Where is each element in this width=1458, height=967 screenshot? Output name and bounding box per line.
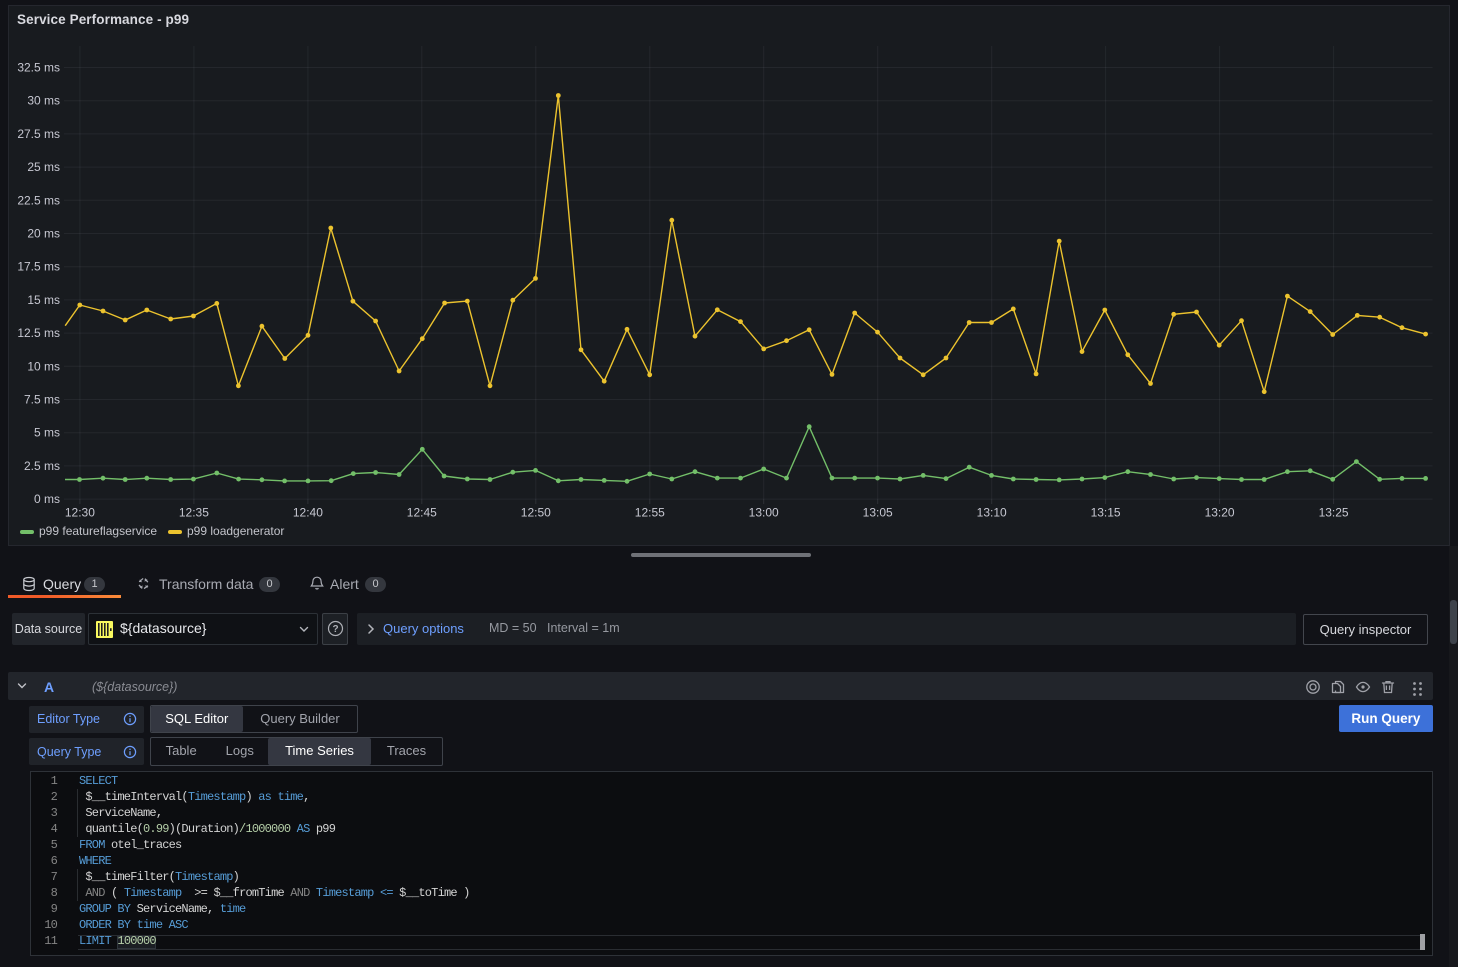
svg-text:13:15: 13:15 (1091, 506, 1121, 520)
svg-text:13:10: 13:10 (977, 506, 1007, 520)
svg-text:32.5 ms: 32.5 ms (17, 61, 60, 75)
svg-text:10 ms: 10 ms (27, 359, 60, 373)
svg-text:20 ms: 20 ms (27, 227, 60, 241)
svg-text:27.5 ms: 27.5 ms (17, 127, 60, 141)
svg-text:30 ms: 30 ms (27, 94, 60, 108)
svg-text:25 ms: 25 ms (27, 160, 60, 174)
svg-text:13:25: 13:25 (1319, 506, 1349, 520)
svg-text:5 ms: 5 ms (34, 426, 60, 440)
svg-text:17.5 ms: 17.5 ms (17, 260, 60, 274)
svg-text:12.5 ms: 12.5 ms (17, 326, 60, 340)
svg-text:15 ms: 15 ms (27, 293, 60, 307)
svg-text:12:30: 12:30 (65, 506, 95, 520)
svg-text:0 ms: 0 ms (34, 492, 60, 506)
svg-text:7.5 ms: 7.5 ms (24, 393, 60, 407)
svg-text:13:05: 13:05 (863, 506, 893, 520)
svg-text:12:50: 12:50 (521, 506, 551, 520)
svg-text:13:00: 13:00 (749, 506, 779, 520)
svg-text:2.5 ms: 2.5 ms (24, 459, 60, 473)
svg-text:12:45: 12:45 (407, 506, 437, 520)
svg-text:12:40: 12:40 (293, 506, 323, 520)
svg-text:?: ? (332, 624, 338, 635)
svg-text:13:20: 13:20 (1205, 506, 1235, 520)
svg-text:12:55: 12:55 (635, 506, 665, 520)
svg-text:12:35: 12:35 (179, 506, 209, 520)
svg-text:22.5 ms: 22.5 ms (17, 193, 60, 207)
